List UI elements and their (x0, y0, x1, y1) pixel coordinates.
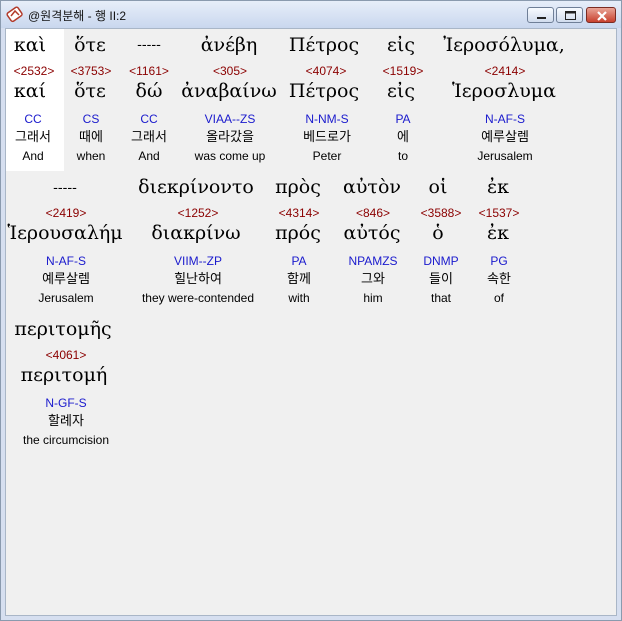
greek-word: αὐτὸν (343, 176, 401, 198)
lemma: εἰς (387, 80, 415, 102)
english-gloss: Jerusalem (477, 149, 533, 163)
greek-word: περιτομῆς (14, 318, 112, 340)
lemma: Ἱερουσαλήμ (7, 222, 123, 244)
english-gloss: of (493, 291, 505, 305)
title-bar[interactable]: @원격분해 - 행 II:2 (1, 1, 621, 28)
english-gloss: when (76, 149, 106, 163)
lemma: ἐκ (486, 222, 510, 244)
korean-gloss: 들이 (429, 272, 453, 287)
parse-code: PG (490, 254, 508, 268)
strong-number: <3753> (70, 64, 112, 78)
english-gloss: Peter (312, 149, 342, 163)
parse-code: DNMP (423, 254, 459, 268)
greek-word: ἐκ (486, 176, 510, 198)
english-gloss: And (22, 149, 44, 163)
strong-number: <3588> (420, 206, 462, 220)
lemma: δώ (135, 80, 163, 102)
app-icon (6, 5, 24, 23)
korean-gloss: 때에 (79, 130, 103, 145)
parse-code: CS (82, 112, 100, 126)
greek-word: καὶ (13, 34, 47, 56)
strong-number: <1519> (382, 64, 424, 78)
lemma: ἀναβαίνω (181, 80, 277, 102)
english-gloss: him (363, 291, 383, 305)
korean-gloss: 예루살렘 (42, 272, 90, 287)
strong-number: <846> (355, 206, 391, 220)
english-gloss: was come up (194, 149, 266, 163)
lemma: αὐτός (343, 222, 401, 244)
parse-code: VIAA--ZS (204, 112, 256, 126)
korean-gloss: 함께 (287, 272, 311, 287)
minimize-icon (537, 17, 546, 19)
parse-code: NPAMZS (348, 254, 398, 268)
parse-code: PA (291, 254, 307, 268)
greek-word: Ἰεροσόλυμα, (443, 34, 565, 56)
english-gloss: to (397, 149, 409, 163)
korean-gloss: 할례자 (48, 414, 84, 429)
parse-code: VIIM--ZP (174, 254, 222, 268)
english-gloss: the circumcision (22, 433, 110, 447)
parse-code: CC (24, 112, 42, 126)
greek-word: εἰς (387, 34, 415, 56)
korean-gloss: 에 (397, 130, 409, 145)
lemma: Πέτρος (288, 80, 360, 102)
greek-word: διεκρίνοντο (138, 176, 254, 198)
strong-number: <2414> (484, 64, 526, 78)
close-button[interactable] (586, 7, 616, 23)
lemma: ὅτε (74, 80, 106, 102)
parse-code: N-AF-S (46, 254, 86, 268)
greek-word: ἀνέβη (200, 34, 258, 56)
greek-word: οἱ (428, 176, 448, 198)
english-gloss: Jerusalem (38, 291, 94, 305)
strong-number: <4314> (278, 206, 320, 220)
english-gloss: that (430, 291, 452, 305)
korean-gloss: 그와 (361, 272, 385, 287)
greek-word: ----- (137, 37, 161, 53)
korean-gloss: 예루살렘 (481, 130, 529, 145)
lemma: καί (13, 80, 47, 102)
interlinear-window: @원격분해 - 행 II:2 καὶ <2532> καί CC 그래서 And… (0, 0, 622, 621)
lemma: Ἱεροσλυμα (452, 80, 556, 102)
korean-gloss: 힐난하여 (174, 272, 222, 287)
strong-number: <1161> (129, 64, 169, 78)
korean-gloss: 베드로가 (303, 130, 351, 145)
parse-code: N-NM-S (305, 112, 349, 126)
greek-word: ὅτε (74, 34, 106, 56)
english-gloss: And (138, 149, 160, 163)
minimize-button[interactable] (527, 7, 554, 23)
maximize-icon (565, 11, 576, 20)
english-gloss: with (288, 291, 310, 305)
english-gloss: they were-contended (141, 291, 255, 305)
korean-gloss: 그래서 (131, 130, 167, 145)
lemma: διακρίνω (151, 222, 241, 244)
parse-code: CC (140, 112, 158, 126)
strong-number: <305> (212, 64, 248, 78)
greek-word: πρὸς (275, 176, 321, 198)
strong-number: <4061> (45, 348, 87, 362)
korean-gloss: 속한 (487, 272, 511, 287)
parse-code: PA (395, 112, 411, 126)
lemma: πρός (275, 222, 321, 244)
greek-word: ----- (53, 180, 77, 196)
parse-code: N-AF-S (485, 112, 525, 126)
parse-code: N-GF-S (45, 396, 87, 410)
strong-number: <4074> (305, 64, 347, 78)
lemma: περιτομή (20, 364, 108, 386)
korean-gloss: 올라갔을 (206, 130, 254, 145)
close-icon (597, 11, 607, 21)
greek-word: Πέτρος (288, 34, 360, 56)
strong-number: <1537> (478, 206, 520, 220)
strong-number: <1252> (177, 206, 219, 220)
window-title: @원격분해 - 행 II:2 (28, 9, 127, 23)
strong-number: <2532> (13, 64, 55, 78)
lemma: ὁ (432, 222, 444, 244)
maximize-button[interactable] (556, 7, 583, 23)
korean-gloss: 그래서 (15, 130, 51, 145)
strong-number: <2419> (45, 206, 87, 220)
